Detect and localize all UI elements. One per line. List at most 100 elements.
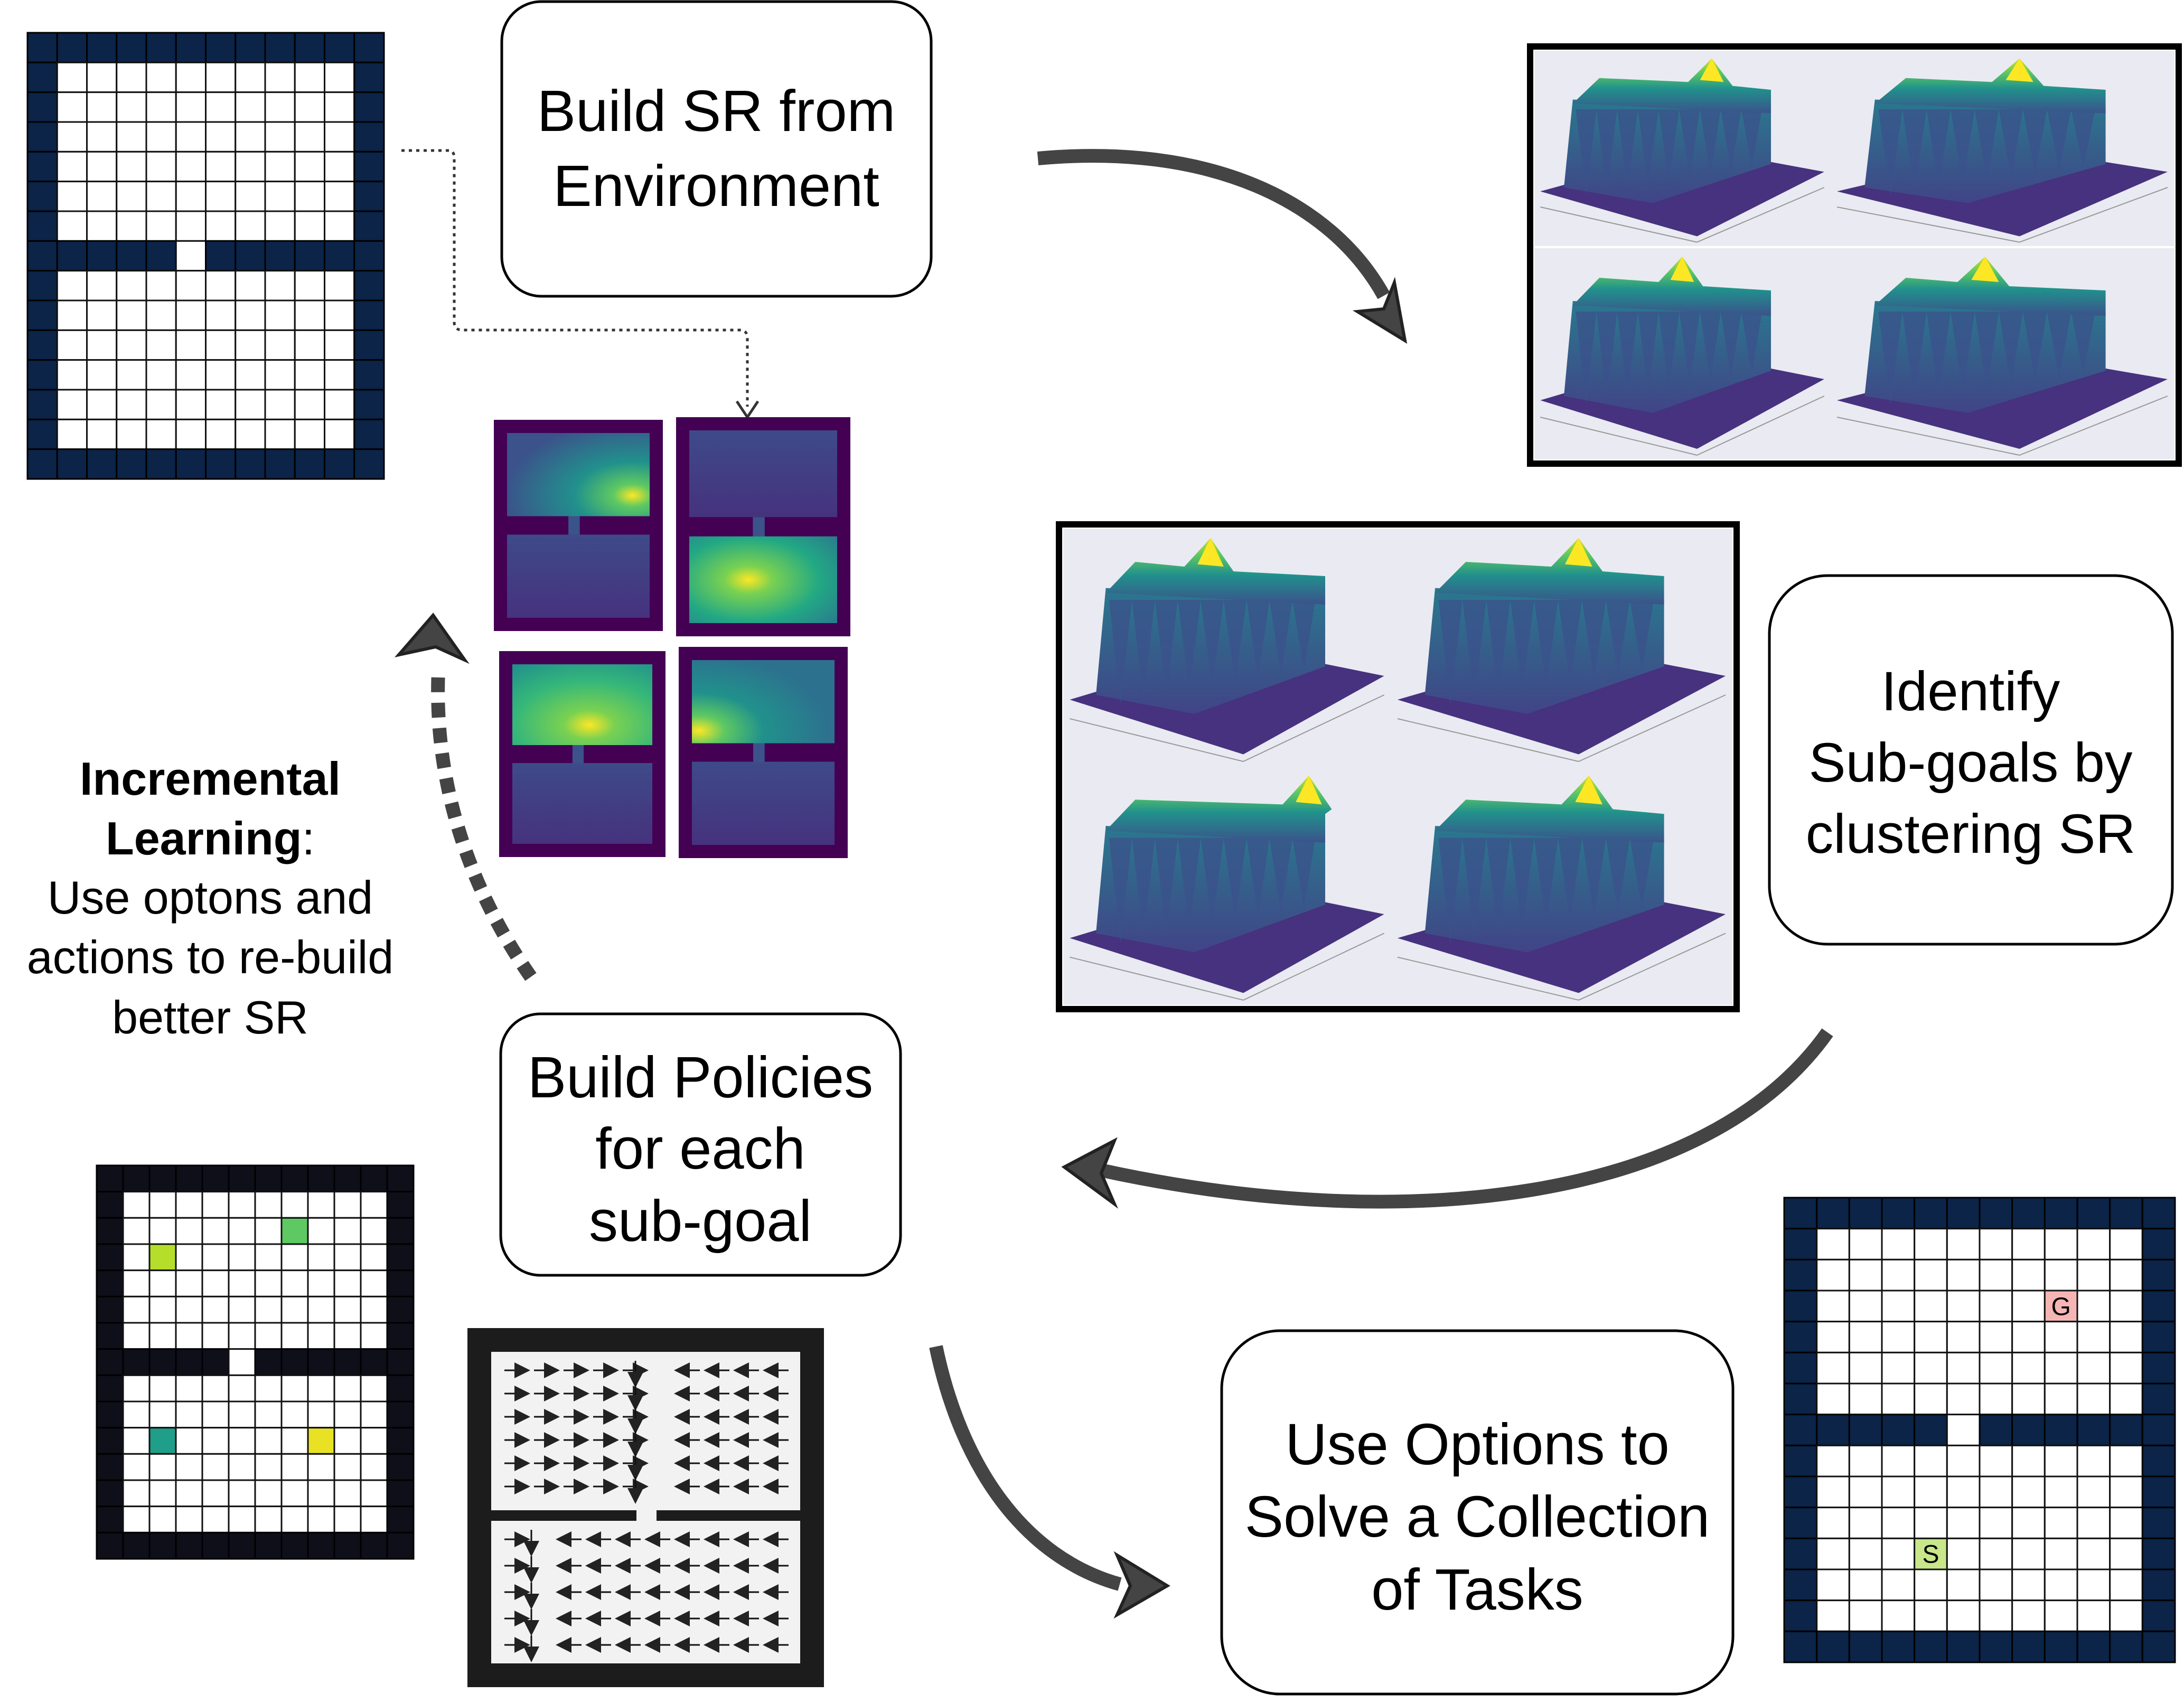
wall-cell (96, 1400, 124, 1429)
grid-cell (2044, 1321, 2078, 1353)
wall-cell (148, 1348, 177, 1376)
wall-cell (254, 1164, 283, 1193)
grid-cell (1946, 1568, 1981, 1602)
wall-cell (1783, 1444, 1818, 1478)
grid-cell (264, 299, 296, 331)
grid-cell (1881, 1568, 1916, 1602)
grid-cell (360, 1479, 388, 1508)
grid-cell (86, 270, 118, 302)
grid-cell (254, 1322, 283, 1350)
wall-cell (86, 448, 118, 480)
heatmap-room-top (507, 433, 650, 516)
grid-cell (264, 210, 296, 242)
grid-cell (307, 1400, 335, 1429)
build-sr-line-2: Environment (553, 154, 879, 219)
wall-cell (333, 1164, 362, 1193)
wall-cell (175, 1164, 203, 1193)
grid-cell (2044, 1599, 2078, 1632)
sr-heatmaps (494, 417, 850, 858)
surface-plot (1391, 766, 1732, 1005)
wall-cell (353, 91, 385, 123)
wall-cell (96, 1374, 124, 1403)
wall-cell (26, 359, 58, 391)
incremental-title-2: Learning (106, 812, 302, 864)
grid-cell (333, 1427, 362, 1455)
grid-cell (2011, 1258, 2046, 1292)
wall-cell (264, 32, 296, 63)
wall-cell (96, 1269, 124, 1297)
wall-cell (2011, 1414, 2046, 1446)
wall-cell (353, 448, 385, 480)
grid-cell (2044, 1258, 2078, 1292)
grid-cell (1979, 1444, 2013, 1478)
wall-cell (116, 32, 147, 63)
wall-cell (1914, 1197, 1948, 1230)
grid-cell (86, 359, 118, 391)
grid-cell (324, 270, 355, 302)
grid-cell (2109, 1599, 2143, 1632)
grid-cell (1816, 1290, 1850, 1323)
grid-cell (280, 1453, 309, 1481)
grid-cell (333, 1322, 362, 1350)
grid-cell (2011, 1321, 2046, 1353)
grid-cell (2076, 1258, 2111, 1292)
grid-cell (86, 150, 118, 183)
grid-cell (145, 418, 177, 450)
grid-cell (294, 121, 325, 153)
grid-cell (307, 1427, 335, 1455)
grid-cell (307, 1269, 335, 1297)
grid-cell (333, 1506, 362, 1533)
wall-cell (353, 150, 385, 183)
grid-cell (1979, 1599, 2013, 1632)
grid-cell (148, 1191, 177, 1219)
grid-cell (307, 1243, 335, 1272)
grid-cell (116, 181, 147, 212)
grid-cell (175, 1453, 203, 1481)
grid-cell (228, 1295, 256, 1324)
grid-cell (175, 299, 207, 331)
grid-cell (254, 1295, 283, 1324)
wall-cell (2141, 1290, 2176, 1323)
grid-cell (1946, 1599, 1981, 1632)
wall-cell (1914, 1630, 1948, 1663)
grid-cell (228, 1374, 256, 1403)
grid-cell (201, 1479, 230, 1508)
grid-cell (175, 1427, 203, 1455)
policies-line-1: Build Policies (528, 1045, 873, 1110)
wall-cell (2141, 1382, 2176, 1416)
wall-cell (96, 1217, 124, 1245)
wall-cell (26, 329, 58, 361)
wall-cell (235, 448, 266, 480)
grid-cell (205, 299, 237, 331)
grid-cell (1979, 1507, 2013, 1539)
grid-cell (56, 91, 88, 123)
grid-cell (333, 1400, 362, 1429)
flow-arrow-policies-to-options (929, 1345, 1122, 1591)
grid-cell (1816, 1475, 1850, 1509)
grid-cell (122, 1269, 151, 1297)
grid-cell (1816, 1568, 1850, 1602)
heatmap-room-bottom (689, 536, 837, 623)
grid-cell (56, 210, 88, 242)
grid-cell (307, 1217, 335, 1245)
grid-cell (175, 1269, 203, 1297)
grid-cell (294, 359, 325, 391)
wall-cell (1881, 1197, 1916, 1230)
grid-cell (145, 210, 177, 242)
grid-cell (145, 329, 177, 361)
wall-cell (201, 1348, 230, 1376)
grid-cell (264, 121, 296, 153)
wall-cell (360, 1531, 388, 1560)
grid-cell (280, 1479, 309, 1508)
grid-cell (56, 61, 88, 93)
wall-cell (1783, 1630, 1818, 1663)
grid-cell (2109, 1568, 2143, 1602)
grid-cell (228, 1269, 256, 1297)
wall-cell (386, 1374, 415, 1403)
heatmap-room-bottom (507, 534, 650, 618)
grid-cell (86, 121, 118, 153)
grid-cell (2011, 1507, 2046, 1539)
grid-cell (175, 210, 207, 242)
wall-cell (353, 299, 385, 331)
grid-cell (145, 270, 177, 302)
